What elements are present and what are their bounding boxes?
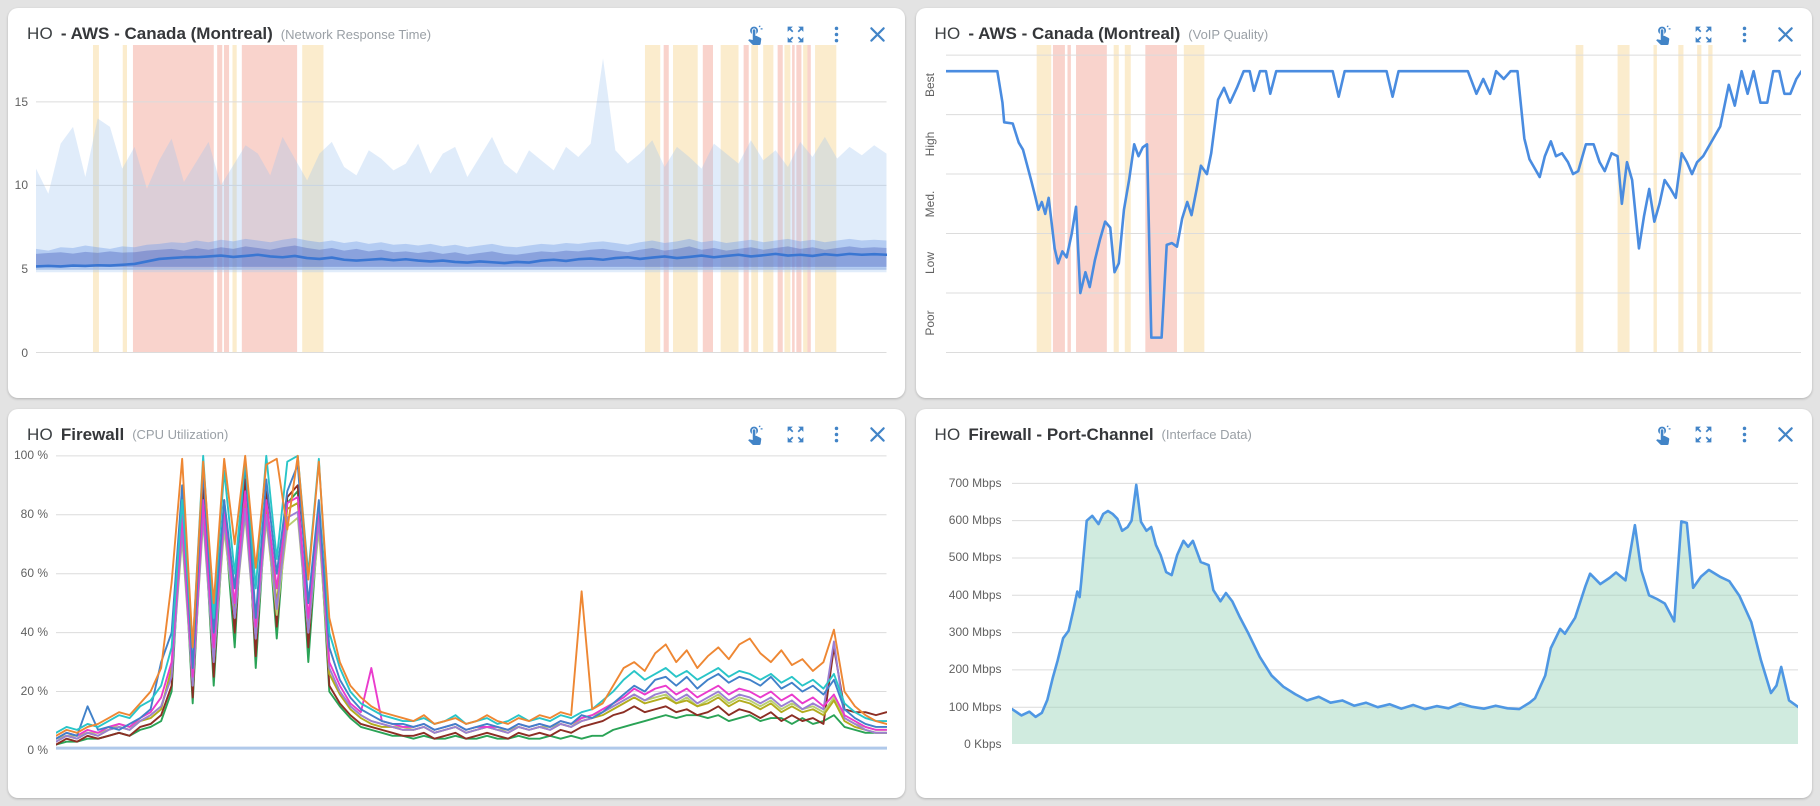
y-axis-labels: 0 Kbps100 Mbps200 Mbps300 Mbps400 Mbps50…	[916, 461, 1006, 745]
y-tick-label: 60 %	[8, 566, 48, 580]
y-tick-label: 600 Mbps	[916, 513, 1002, 527]
touch-icon[interactable]	[1651, 23, 1673, 45]
panel-subtitle: (Network Response Time)	[281, 27, 431, 42]
panel-title: Firewall - Port-Channel	[968, 425, 1153, 445]
panel-subtitle: (VoIP Quality)	[1188, 27, 1268, 42]
more-options-icon[interactable]	[826, 23, 848, 45]
chart-plot-area[interactable]	[1012, 461, 1799, 745]
y-tick-label: 40 %	[8, 625, 48, 639]
more-options-icon[interactable]	[826, 424, 848, 446]
y-tick-label: Med.	[923, 190, 937, 217]
panel-header: HO - AWS - Canada (Montreal) (Network Re…	[8, 8, 905, 49]
touch-icon[interactable]	[744, 424, 766, 446]
y-axis-labels: 0 %20 %40 %60 %80 %100 %	[8, 447, 52, 751]
dashboard-grid: HO - AWS - Canada (Montreal) (Network Re…	[0, 0, 1820, 806]
y-tick-label: High	[923, 132, 937, 157]
alert-region-red	[1067, 45, 1070, 353]
y-tick-label: 10	[8, 178, 28, 192]
y-axis-labels: 051015	[8, 45, 32, 353]
y-tick-label: Low	[923, 252, 937, 274]
y-tick-label: 0 Kbps	[916, 737, 1002, 751]
close-icon[interactable]	[1774, 23, 1796, 45]
panel-title: Firewall	[61, 425, 124, 445]
chart-plot-area[interactable]	[946, 45, 1802, 353]
expand-icon[interactable]	[1692, 23, 1714, 45]
chart-plot-area[interactable]	[56, 447, 887, 751]
y-axis-labels: Best High Med. Low Poor	[920, 45, 940, 353]
y-tick-label: 100 %	[8, 448, 48, 462]
site-prefix: HO	[27, 425, 53, 445]
y-tick-label: 0	[8, 346, 28, 360]
alert-region-yellow	[1575, 45, 1583, 353]
alert-region-red	[1052, 45, 1064, 353]
expand-icon[interactable]	[785, 424, 807, 446]
panel-header: HO - AWS - Canada (Montreal) (VoIP Quali…	[916, 8, 1813, 49]
close-icon[interactable]	[1774, 424, 1796, 446]
y-tick-label: 700 Mbps	[916, 476, 1002, 490]
expand-icon[interactable]	[785, 23, 807, 45]
alert-region-yellow	[1653, 45, 1656, 353]
panel-subtitle: (CPU Utilization)	[132, 427, 228, 442]
site-prefix: HO	[935, 425, 961, 445]
panel-subtitle: (Interface Data)	[1162, 427, 1252, 442]
y-tick-label: 200 Mbps	[916, 662, 1002, 676]
touch-icon[interactable]	[1651, 424, 1673, 446]
y-tick-label: 20 %	[8, 684, 48, 698]
touch-icon[interactable]	[744, 23, 766, 45]
y-tick-label: 500 Mbps	[916, 550, 1002, 564]
y-tick-label: Best	[923, 73, 937, 97]
close-icon[interactable]	[867, 424, 889, 446]
more-options-icon[interactable]	[1733, 23, 1755, 45]
alert-region-yellow	[1708, 45, 1712, 353]
y-tick-label: 80 %	[8, 507, 48, 521]
y-tick-label: 300 Mbps	[916, 625, 1002, 639]
more-options-icon[interactable]	[1733, 424, 1755, 446]
alert-region-yellow	[1678, 45, 1683, 353]
alert-region-yellow	[1113, 45, 1118, 353]
y-tick-label: 0 %	[8, 743, 48, 757]
expand-icon[interactable]	[1692, 424, 1714, 446]
panel-header: HO Firewall - Port-Channel (Interface Da…	[916, 409, 1813, 450]
site-prefix: HO	[935, 24, 961, 44]
panel-header: HO Firewall (CPU Utilization)	[8, 409, 905, 450]
site-prefix: HO	[27, 24, 53, 44]
panel-cpu-utilization: HO Firewall (CPU Utilization) 0 % 20 % 40 …	[8, 409, 905, 799]
y-tick-label: Poor	[923, 310, 937, 335]
panel-title: - AWS - Canada (Montreal)	[968, 24, 1180, 44]
panel-interface-data: HO Firewall - Port-Channel (Interface Da…	[916, 409, 1813, 799]
voip-quality-line	[946, 71, 1802, 337]
y-tick-label: 100 Mbps	[916, 700, 1002, 714]
close-icon[interactable]	[867, 23, 889, 45]
y-tick-label: 400 Mbps	[916, 588, 1002, 602]
panel-network-response-time: HO - AWS - Canada (Montreal) (Network Re…	[8, 8, 905, 398]
y-tick-label: 5	[8, 262, 28, 276]
alert-region-yellow	[1697, 45, 1701, 353]
panel-title: - AWS - Canada (Montreal)	[61, 24, 273, 44]
y-tick-label: 15	[8, 95, 28, 109]
chart-plot-area[interactable]	[36, 45, 887, 353]
panel-voip-quality: HO - AWS - Canada (Montreal) (VoIP Quali…	[916, 8, 1813, 398]
alert-region-red	[1076, 45, 1107, 353]
